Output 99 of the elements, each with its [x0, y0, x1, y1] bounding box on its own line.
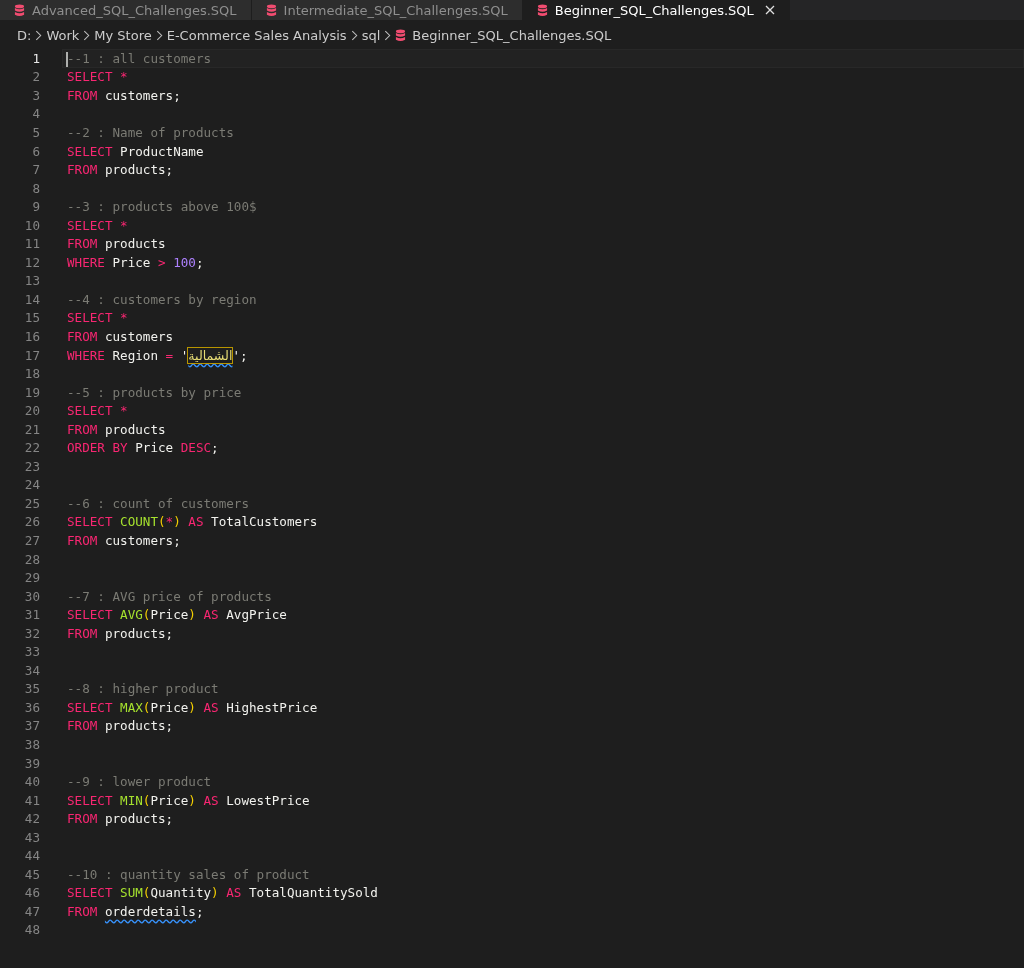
line-number: 47	[23, 903, 40, 919]
line-number: 1	[31, 50, 40, 66]
editor-tab[interactable]: Intermediate_SQL_Challenges.SQL	[251, 0, 523, 20]
code-line: SELECT ProductName	[67, 143, 204, 159]
code-line: SELECT *	[67, 310, 128, 326]
close-icon[interactable]	[764, 5, 775, 15]
line-number: 21	[23, 421, 40, 437]
chevron-icon	[83, 29, 91, 41]
code-line: FROM products	[67, 421, 166, 437]
code-line: FROM products;	[67, 162, 174, 178]
code-line: --8 : higher product	[67, 681, 219, 697]
line-number: 24	[23, 477, 40, 493]
code-line: FROM products	[67, 236, 166, 252]
line-number: 35	[23, 681, 40, 697]
line-number: 20	[23, 403, 40, 419]
line-number: 43	[23, 829, 40, 845]
editor-tab[interactable]: Beginner_SQL_Challenges.SQL	[522, 0, 790, 20]
line-number: 16	[23, 328, 40, 344]
breadcrumb-item[interactable]: E-Commerce Sales Analysis	[166, 27, 347, 43]
code-line: ORDER BY Price DESC;	[67, 440, 219, 456]
breadcrumb-item[interactable]: sql	[361, 27, 381, 43]
line-number: 29	[23, 570, 40, 586]
code-line: --5 : products by price	[67, 384, 242, 400]
code-line: --6 : count of customers	[67, 495, 249, 511]
line-number: 45	[23, 866, 40, 882]
code-line: FROM customers	[67, 328, 174, 344]
database-icon	[395, 28, 407, 42]
code-line: SELECT MAX(Price) AS HighestPrice	[67, 699, 318, 715]
line-number: 22	[23, 440, 40, 456]
code-line: --7 : AVG price of products	[67, 588, 272, 604]
line-number: 7	[31, 162, 40, 178]
line-number: 23	[23, 458, 40, 474]
line-number: 38	[23, 737, 40, 752]
line-number: 8	[31, 180, 40, 196]
breadcrumb-item[interactable]: Beginner_SQL_Challenges.SQL	[395, 27, 612, 43]
editor-tab[interactable]: Advanced_SQL_Challenges.SQL	[0, 0, 252, 20]
line-number: 41	[23, 792, 40, 808]
code-line: FROM products;	[67, 718, 174, 734]
line-number: 27	[23, 533, 40, 548]
line-number: 13	[23, 273, 40, 289]
database-icon	[265, 3, 277, 17]
line-number: 30	[23, 588, 40, 604]
chevron-icon	[155, 29, 163, 41]
line-number: 39	[23, 755, 40, 771]
line-number: 44	[23, 848, 40, 864]
line-number: 15	[23, 310, 40, 326]
code-line: --3 : products above 100$	[67, 199, 257, 215]
chevron-icon	[35, 29, 43, 41]
code-line: FROM products;	[67, 625, 174, 641]
code-line: SELECT COUNT(*) AS TotalCustomers	[67, 514, 318, 530]
chevron-icon	[384, 29, 392, 41]
database-icon	[14, 3, 25, 17]
line-number: 3	[31, 87, 40, 103]
line-number: 10	[23, 217, 40, 233]
line-number: 34	[23, 662, 40, 678]
line-number: 19	[23, 384, 40, 400]
code-line: --9 : lower product	[67, 774, 212, 790]
line-number: 28	[23, 551, 40, 567]
code-line: SELECT *	[67, 217, 128, 233]
code-line: --1 : all customers	[67, 50, 212, 66]
code-line: FROM customers;	[67, 87, 181, 103]
line-number: 9	[31, 199, 40, 215]
code-line: FROM orderdetails;	[67, 903, 204, 919]
line-number: 33	[23, 644, 40, 660]
line-number: 31	[23, 607, 40, 623]
line-number: 36	[23, 699, 40, 715]
code-line: SELECT SUM(Quantity) AS TotalQuantitySold	[67, 885, 378, 901]
database-icon	[536, 3, 548, 17]
code-line: --10 : quantity sales of product	[67, 866, 310, 882]
line-number: 42	[23, 811, 40, 827]
line-number: 25	[23, 495, 40, 511]
breadcrumb-item[interactable]: D:	[17, 27, 32, 43]
line-number: 4	[31, 106, 40, 122]
line-number: 17	[23, 347, 40, 363]
code-line: --2 : Name of products	[67, 124, 234, 140]
line-number: 26	[23, 514, 40, 530]
line-number: 48	[23, 922, 40, 938]
line-number: 2	[31, 69, 40, 85]
line-number: 6	[31, 143, 40, 159]
line-number: 32	[23, 625, 40, 641]
code-line: FROM customers;	[67, 533, 181, 548]
line-number: 12	[23, 254, 40, 270]
chevron-icon	[350, 29, 358, 41]
breadcrumb-item[interactable]: Work	[46, 27, 80, 43]
code-line: SELECT *	[67, 403, 128, 419]
line-number: 5	[31, 124, 40, 140]
line-number: 14	[23, 291, 40, 307]
code-line: --4 : customers by region	[67, 291, 257, 307]
line-number: 37	[23, 718, 40, 734]
line-number: 46	[23, 885, 40, 901]
breadcrumb-item[interactable]: My Store	[94, 27, 152, 43]
code-line: FROM products;	[67, 811, 174, 827]
line-number: 11	[23, 236, 40, 252]
line-number: 40	[23, 774, 40, 790]
code-line: SELECT MIN(Price) AS LowestPrice	[67, 792, 310, 808]
code-line: WHERE Price > 100;	[67, 254, 204, 270]
line-number: 18	[23, 366, 40, 382]
code-line: SELECT *	[67, 69, 128, 85]
code-line: SELECT AVG(Price) AS AvgPrice	[67, 607, 287, 623]
